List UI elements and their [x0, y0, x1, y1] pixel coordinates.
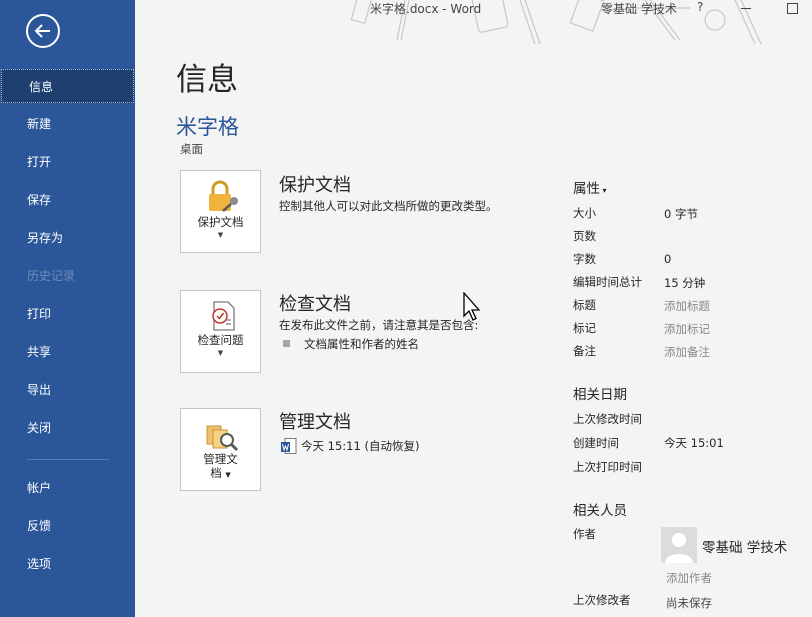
prop-size-label: 大小	[573, 206, 596, 220]
nav-print[interactable]: 打印	[0, 297, 135, 331]
nav-save[interactable]: 保存	[0, 183, 135, 217]
lock-key-icon	[209, 180, 238, 212]
prop-tags-label: 标记	[573, 321, 596, 335]
manage-tile-label-line2: 档 ▼	[210, 466, 231, 480]
prop-comments-input[interactable]: 添加备注	[664, 344, 710, 360]
created-label: 创建时间	[573, 436, 619, 450]
window-title: 米字格.docx - Word	[370, 2, 482, 16]
author-label: 作者	[573, 527, 596, 541]
word-document-icon	[281, 438, 297, 454]
check-issues-button[interactable]: 检查问题 ▼	[180, 290, 261, 373]
maximize-icon[interactable]	[787, 3, 798, 14]
prop-words-value: 0	[664, 252, 672, 266]
nav-close[interactable]: 关闭	[0, 411, 135, 445]
info-pane: 米字格.docx - Word 零基础 学技术 ? 信息 米字格 桌面 保护文档…	[135, 0, 812, 617]
title-bar: 米字格.docx - Word 零基础 学技术 ?	[135, 0, 812, 20]
autorecover-version-link[interactable]: 今天 15:11 (自动恢复)	[301, 438, 419, 454]
people-heading: 相关人员	[573, 503, 627, 519]
inspect-document-icon	[212, 301, 235, 331]
protect-description: 控制其他人可以对此文档所做的更改类型。	[279, 199, 498, 213]
mouse-cursor-icon	[463, 292, 481, 321]
prop-pages-label: 页数	[573, 229, 596, 243]
prop-title-label: 标题	[573, 298, 596, 312]
prop-edit-time-label: 编辑时间总计	[573, 275, 642, 289]
prop-size-value: 0 字节	[664, 207, 698, 221]
back-arrow-icon[interactable]	[26, 14, 60, 48]
inspect-bullet-item: 文档属性和作者的姓名	[304, 337, 419, 351]
manage-heading: 管理文档	[279, 412, 351, 433]
backstage-sidebar: 信息 新建 打开 保存 另存为 历史记录 打印 共享 导出 关闭 帐户 反馈 选…	[0, 0, 135, 617]
prop-edit-time-value: 15 分钟	[664, 276, 706, 290]
document-name: 米字格	[176, 115, 239, 139]
nav-divider	[27, 459, 109, 460]
document-location[interactable]: 桌面	[180, 141, 203, 157]
dropdown-caret-icon: ▼	[225, 471, 231, 479]
minimize-icon[interactable]	[741, 8, 751, 9]
add-author-input[interactable]: 添加作者	[666, 570, 712, 586]
person-icon	[665, 533, 693, 563]
account-name[interactable]: 零基础 学技术	[601, 0, 677, 17]
last-printed-label: 上次打印时间	[573, 460, 642, 474]
manage-document-icon	[206, 425, 239, 452]
last-modified-by-label: 上次修改者	[573, 593, 631, 607]
nav-new[interactable]: 新建	[0, 107, 135, 141]
dropdown-caret-icon: ▼	[217, 231, 224, 239]
dropdown-caret-icon: ▼	[217, 349, 224, 357]
inspect-tile-label: 检查问题	[197, 333, 244, 347]
properties-heading[interactable]: 属性 ▾	[573, 177, 607, 197]
manage-document-button[interactable]: 管理文 档 ▼	[180, 408, 261, 491]
prop-words-label: 字数	[573, 252, 596, 266]
inspect-heading: 检查文档	[279, 294, 351, 315]
prop-comments-label: 备注	[573, 344, 596, 358]
nav-options[interactable]: 选项	[0, 547, 135, 581]
help-button[interactable]: ?	[697, 0, 703, 14]
last-modified-label: 上次修改时间	[573, 412, 642, 426]
protect-heading: 保护文档	[279, 175, 351, 196]
author-avatar	[661, 527, 697, 563]
bullet-marker	[283, 340, 290, 347]
dropdown-caret-icon: ▾	[600, 186, 607, 195]
last-modified-by-value: 尚未保存	[666, 596, 712, 610]
prop-tags-input[interactable]: 添加标记	[664, 321, 710, 337]
manage-tile-label-line1: 管理文	[203, 452, 238, 466]
nav-info[interactable]: 信息	[1, 69, 134, 103]
author-name[interactable]: 零基础 学技术	[702, 536, 787, 556]
protect-tile-label: 保护文档	[197, 215, 244, 229]
nav-open[interactable]: 打开	[0, 145, 135, 179]
protect-document-button[interactable]: 保护文档 ▼	[180, 170, 261, 253]
nav-save-as[interactable]: 另存为	[0, 221, 135, 255]
created-value: 今天 15:01	[664, 436, 724, 450]
dates-heading: 相关日期	[573, 387, 627, 403]
nav-history: 历史记录	[27, 269, 76, 283]
nav-export[interactable]: 导出	[0, 373, 135, 407]
nav-account[interactable]: 帐户	[0, 471, 135, 505]
page-title: 信息	[176, 62, 238, 98]
prop-title-input[interactable]: 添加标题	[664, 298, 710, 314]
nav-feedback[interactable]: 反馈	[0, 509, 135, 543]
nav-share[interactable]: 共享	[0, 335, 135, 369]
